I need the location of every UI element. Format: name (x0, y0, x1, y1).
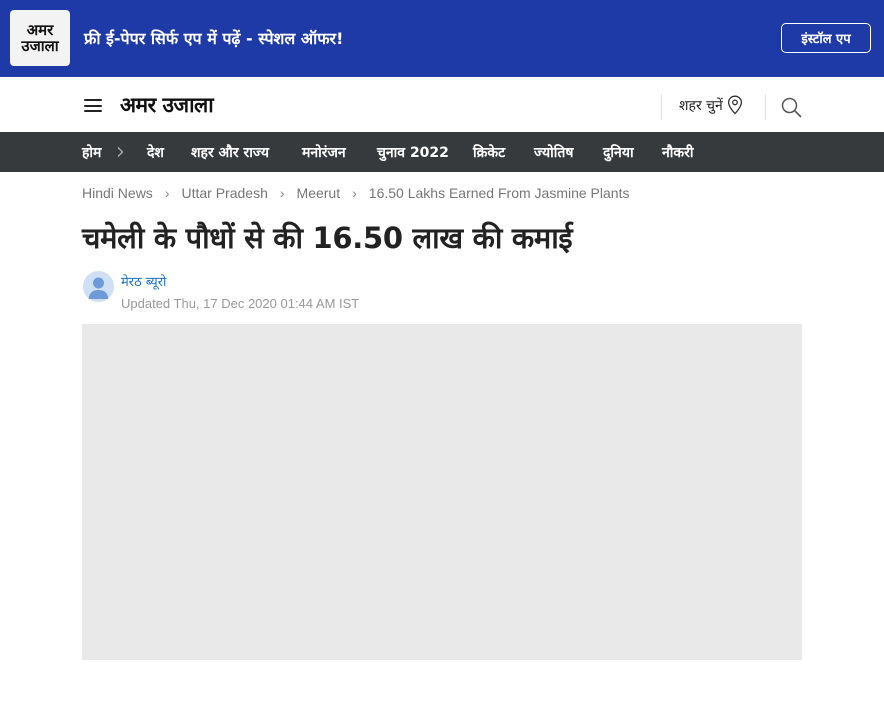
author-avatar (83, 271, 114, 302)
nav-item-desh[interactable]: देश (147, 143, 164, 162)
breadcrumb-item-meerut[interactable]: Meerut (297, 185, 341, 201)
main-nav: होम देश शहर और राज्य मनोरंजन चुनाव 2022 … (0, 132, 884, 172)
nav-item-home[interactable]: होम (82, 143, 101, 162)
location-pin-icon (727, 95, 742, 115)
updated-timestamp: Updated Thu, 17 Dec 2020 01:44 AM IST (121, 296, 360, 311)
nav-item-cricket[interactable]: क्रिकेट (473, 143, 505, 162)
chevron-right-icon (117, 147, 124, 157)
header-divider (661, 94, 662, 120)
search-icon[interactable] (780, 96, 802, 118)
header-divider (765, 94, 766, 120)
breadcrumb-item-hindi-news[interactable]: Hindi News (82, 185, 153, 201)
nav-item-entertainment[interactable]: मनोरंजन (302, 143, 346, 162)
city-selector[interactable]: शहर चुनें (679, 95, 743, 115)
promo-logo-text: अमर उजाला (21, 21, 59, 55)
breadcrumb-separator: › (352, 185, 357, 201)
nav-item-city-state[interactable]: शहर और राज्य (191, 143, 269, 162)
promo-banner: अमर उजाला फ्री ई-पेपर सिर्फ एप में पढ़ें… (0, 0, 884, 77)
nav-item-jobs[interactable]: नौकरी (662, 143, 694, 162)
author-name[interactable]: मेरठ ब्यूरो (121, 272, 166, 290)
article-hero-image (82, 324, 802, 660)
promo-text: फ्री ई-पेपर सिर्फ एप में पढ़ें - स्पेशल … (84, 29, 344, 48)
nav-item-astrology[interactable]: ज्योतिष (534, 143, 573, 162)
breadcrumb: Hindi News › Uttar Pradesh › Meerut › 16… (82, 185, 629, 201)
city-selector-label: शहर चुनें (679, 97, 723, 114)
user-icon (88, 277, 109, 299)
hamburger-menu-icon[interactable] (84, 99, 102, 112)
article-title: चमेली के पौधों से की 16.50 लाख की कमाई (82, 221, 573, 255)
breadcrumb-item-uttar-pradesh[interactable]: Uttar Pradesh (181, 185, 267, 201)
nav-item-election-2022[interactable]: चुनाव 2022 (377, 143, 449, 162)
install-app-button[interactable]: इंस्टॉल एप (781, 23, 871, 53)
promo-app-logo: अमर उजाला (10, 10, 70, 66)
breadcrumb-separator: › (279, 185, 285, 201)
nav-item-world[interactable]: दुनिया (603, 143, 634, 162)
breadcrumb-separator: › (164, 185, 170, 201)
breadcrumb-current: 16.50 Lakhs Earned From Jasmine Plants (368, 185, 630, 201)
site-logo[interactable]: अमर उजाला (120, 91, 214, 119)
site-header: अमर उजाला शहर चुनें (0, 77, 884, 132)
